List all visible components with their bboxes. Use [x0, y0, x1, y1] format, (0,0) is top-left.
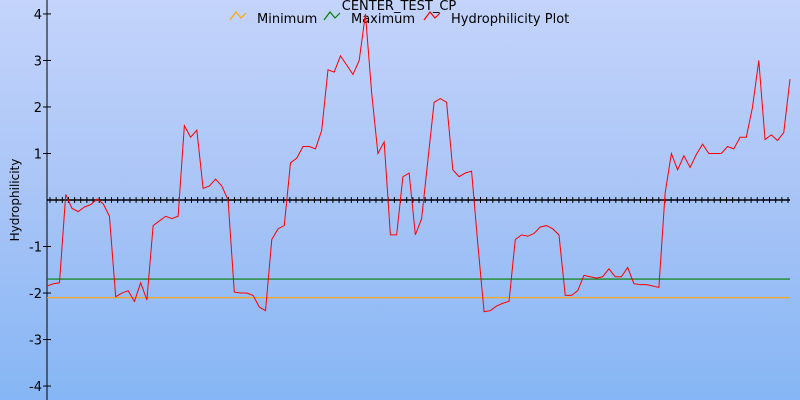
legend-item-maximum[interactable]: Maximum: [323, 11, 415, 27]
reference-lines: [47, 278, 790, 299]
series-hydrophilicity-line: [46, 13, 791, 313]
y-tick-label: 1: [34, 147, 42, 162]
zero-line: [47, 197, 790, 203]
legend-swatch-maximum: [323, 11, 341, 21]
y-tick-label: 3: [34, 54, 42, 69]
legend-label-maximum: Maximum: [351, 12, 415, 27]
y-tick-label: -1: [29, 241, 42, 256]
legend-label-minimum: Minimum: [257, 12, 317, 27]
y-tick-label: -4: [29, 380, 42, 395]
chart-canvas: CENTER_TEST_CP Minimum Maximum Hydrophil…: [0, 0, 800, 400]
hydrophilicity-chart: CENTER_TEST_CP Minimum Maximum Hydrophil…: [8, 0, 791, 400]
legend-swatch-minimum: [229, 11, 247, 21]
y-tick-label: -2: [29, 287, 42, 302]
legend-item-hydrophilicity[interactable]: Hydrophilicity Plot: [423, 11, 569, 27]
legend-label-hydrophilicity: Hydrophilicity Plot: [451, 12, 569, 27]
legend-item-minimum[interactable]: Minimum: [229, 11, 317, 27]
y-tick-label: 2: [34, 101, 42, 116]
plot-series: [46, 13, 791, 313]
legend: Minimum Maximum Hydrophilicity Plot: [229, 11, 569, 27]
y-tick-label: -3: [29, 334, 42, 349]
y-tick-label: 4: [34, 8, 42, 23]
y-axis-label: Hydrophilicity: [8, 159, 22, 242]
